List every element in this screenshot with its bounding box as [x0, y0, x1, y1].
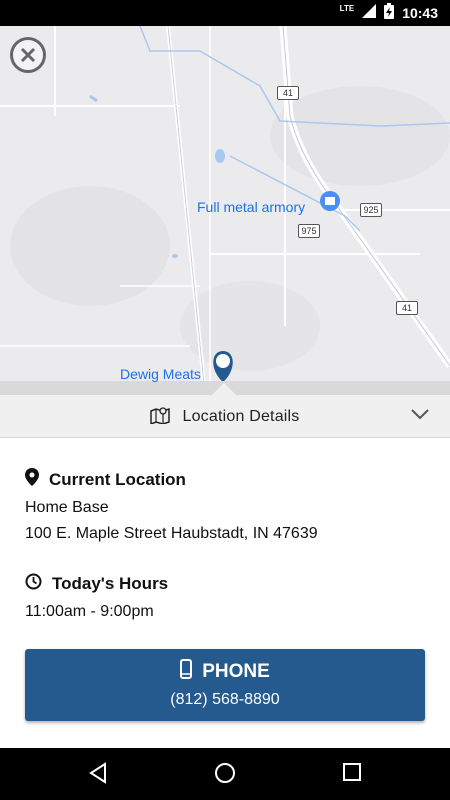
location-name: Home Base [25, 499, 109, 516]
route-shield: 41 [277, 86, 299, 100]
map-place-label[interactable]: Full metal armory [197, 199, 305, 215]
hours-heading: Today's Hours [52, 574, 169, 593]
phone-call-button[interactable]: PHONE (812) 568-8890 [25, 649, 425, 721]
back-icon[interactable] [88, 762, 108, 789]
hours-section: Today's Hours 11:00am - 9:00pm [25, 573, 168, 621]
home-icon[interactable] [214, 762, 236, 789]
battery-icon [384, 2, 395, 24]
signal-icon [362, 3, 377, 23]
current-location-heading: Current Location [49, 469, 186, 489]
hours-value: 11:00am - 9:00pm [25, 603, 154, 620]
phone-icon [180, 659, 193, 685]
phone-label: PHONE [202, 661, 270, 682]
map-view[interactable]: Full metal armory Dewig Meats 41 925 975… [0, 26, 450, 394]
phone-number: (812) 568-8890 [170, 691, 280, 708]
location-details-toggle[interactable]: Location Details [0, 383, 450, 438]
close-icon [20, 47, 36, 63]
clock-icon [25, 573, 42, 595]
route-shield: 975 [298, 224, 320, 238]
recents-icon[interactable] [342, 762, 362, 787]
route-shield: 925 [360, 203, 382, 217]
close-button[interactable] [10, 37, 46, 73]
system-nav-bar [0, 748, 450, 800]
location-address[interactable]: 100 E. Maple Street Haubstadt, IN 47639 [25, 525, 318, 543]
chevron-down-icon[interactable] [410, 407, 430, 426]
clock: 10:43 [402, 5, 438, 21]
map-place-label[interactable]: Dewig Meats [120, 366, 201, 382]
status-bar: LTE 10:43 [0, 0, 450, 26]
location-pin-icon [25, 468, 39, 491]
location-details-title: Location Details [182, 408, 300, 425]
network-type: LTE [339, 3, 355, 13]
route-shield: 41 [396, 301, 418, 315]
map-icon [150, 406, 171, 429]
current-location-section: Current Location Home Base 100 E. Maple … [25, 468, 318, 543]
map-pointer-notch [212, 383, 236, 395]
